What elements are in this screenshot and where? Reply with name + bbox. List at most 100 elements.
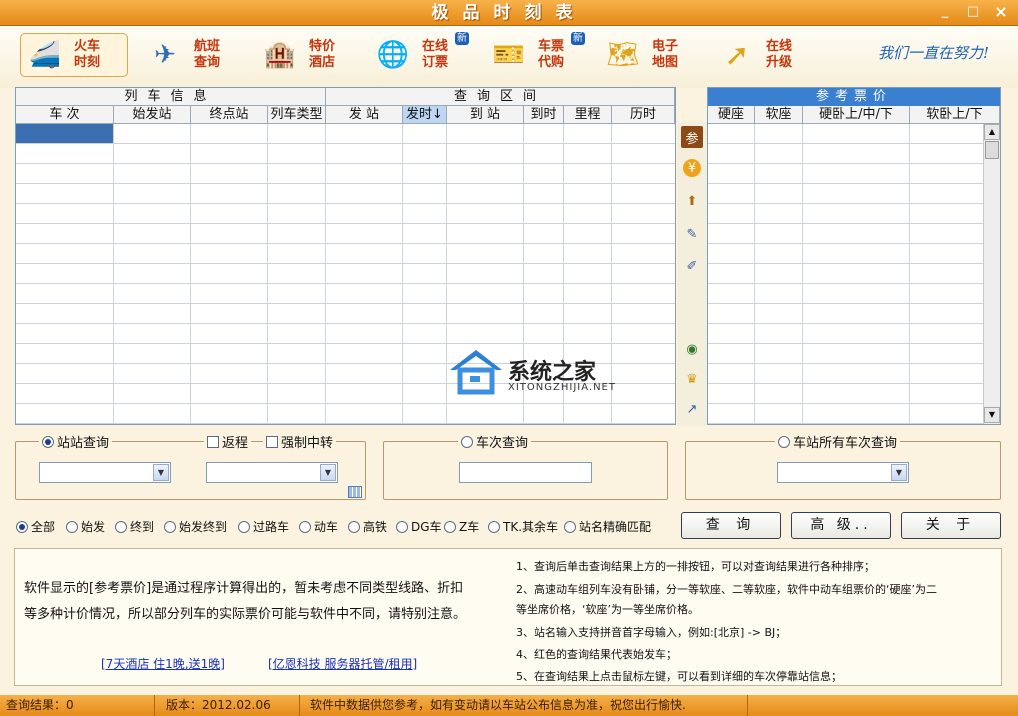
filter-label: 高铁	[363, 520, 388, 534]
grid-line	[267, 124, 268, 424]
station-all-trains-radio[interactable]: 车站所有车次查询	[775, 432, 901, 451]
forced-transfer-checkbox[interactable]: 强制中转	[263, 432, 337, 451]
minimize-button[interactable]: _	[936, 4, 954, 20]
status-bar: 查询结果：0 版本：2012.02.06 软件中数据供您参考，如有变动请以车站公…	[0, 695, 1018, 716]
column-header-train-type[interactable]: 列车类型	[268, 106, 326, 124]
train-number-input[interactable]	[459, 462, 592, 483]
column-header-distance[interactable]: 里程	[564, 106, 612, 124]
chevron-down-icon[interactable]: ▼	[891, 464, 907, 481]
grid-line	[754, 124, 755, 424]
column-header-duration[interactable]: 历时	[612, 106, 675, 124]
toolbar-label: 特价酒店	[308, 39, 335, 70]
airplane-icon: ✈	[154, 40, 176, 70]
maximize-button[interactable]: □	[964, 4, 982, 20]
filter-z[interactable]: Z车	[444, 518, 479, 535]
radio-indicator	[115, 520, 127, 533]
column-header-hard-seat[interactable]: 硬座	[708, 106, 755, 124]
to-station-combo[interactable]: ▼	[206, 462, 338, 483]
result-count: 查询结果：0	[0, 695, 155, 716]
filter-tk-other[interactable]: TK.其余车	[488, 518, 558, 535]
filter-exact-match[interactable]: 站名精确匹配	[564, 518, 651, 535]
filter-label: Z车	[459, 520, 480, 534]
yuan-price-icon[interactable]: ¥	[683, 159, 701, 177]
toolbar-train-timetable[interactable]: 🚄 火车时刻	[20, 33, 128, 77]
chevron-down-icon[interactable]: ▼	[153, 464, 169, 481]
filter-label: 始发	[81, 520, 106, 534]
toolbar-label: 车票代购	[537, 39, 564, 70]
filter-label: TK.其余车	[503, 520, 559, 534]
column-header-arrive-time[interactable]: 到时	[524, 106, 564, 124]
column-header-arrive-station[interactable]: 到 站	[447, 106, 524, 124]
toolbar-hotel[interactable]: 🏨 特价酒店	[255, 33, 363, 77]
toolbar-label: 电子地图	[651, 39, 678, 70]
house-logo-icon	[450, 350, 502, 395]
toolbar-flight-query[interactable]: ✈ 航班查询	[140, 33, 248, 77]
scroll-down-arrow-icon[interactable]: ▼	[984, 407, 1000, 423]
grid-line	[113, 124, 114, 424]
filter-passing[interactable]: 过路车	[238, 518, 289, 535]
about-button[interactable]: 关 于	[901, 512, 1001, 539]
station-combo[interactable]: ▼	[777, 462, 909, 483]
toolbar-label: 在线升级	[765, 39, 792, 70]
group-header-train-info: 列车信息	[16, 88, 326, 106]
export-icon[interactable]: ⬆	[681, 190, 703, 212]
refresh-icon[interactable]: ◉	[681, 338, 703, 360]
close-button[interactable]: ×	[992, 4, 1010, 20]
scroll-up-arrow-icon[interactable]: ▲	[984, 124, 1000, 140]
from-station-combo[interactable]: ▼	[39, 462, 171, 483]
filter-terminating[interactable]: 终到	[115, 518, 154, 535]
toolbar-ticket-purchase[interactable]: 🎫 车票代购 新	[484, 32, 592, 77]
toolbar-upgrade[interactable]: ➚ 在线升级	[712, 33, 820, 77]
filter-label: 过路车	[253, 520, 290, 534]
filter-origin-and-terminus[interactable]: 始发终到	[164, 518, 227, 535]
train-query-radio[interactable]: 车次查询	[458, 432, 532, 451]
toolbar-map[interactable]: 🗺 电子地图	[598, 33, 706, 77]
sort-tool-strip: 参 ¥ ⬆ ✎ ✐ ◉ ♛ ↗	[677, 122, 707, 426]
filter-all[interactable]: 全部	[16, 518, 55, 535]
station-query-radio[interactable]: 站站查询	[39, 432, 113, 451]
toolbar-label: 火车时刻	[73, 39, 100, 70]
tip-line: 等坐席价格，‘软座’为一等坐席价格。	[516, 603, 699, 616]
column-header-depart-time[interactable]: 发时↓	[403, 106, 447, 124]
filter-originating[interactable]: 始发	[66, 518, 105, 535]
price-table-body[interactable]	[708, 124, 983, 424]
column-header-train-no[interactable]: 车 次	[16, 106, 114, 124]
slogan: 我们一直在努力!	[878, 44, 990, 62]
hotel-ad-link[interactable]: [7天酒店 住1晚,送1晚]	[101, 655, 225, 672]
column-header-soft-sleeper[interactable]: 软卧上/下	[910, 106, 1000, 124]
return-trip-checkbox[interactable]: 返程	[204, 432, 252, 451]
selected-cell[interactable]	[16, 124, 113, 143]
chevron-down-icon[interactable]: ▼	[320, 464, 336, 481]
filter-label: 站名精确匹配	[579, 520, 652, 534]
toolbar: 🚄 火车时刻 ✈ 航班查询 🏨 特价酒店 🌐 在线订票 新 🎫 车票代购 新 🗺…	[0, 26, 1018, 88]
scroll-thumb[interactable]	[985, 141, 999, 159]
checkbox-box	[207, 435, 219, 448]
toolbar-online-booking[interactable]: 🌐 在线订票 新	[368, 32, 476, 77]
station-all-trains-label: 车站所有车次查询	[793, 436, 898, 451]
hosting-ad-link[interactable]: [亿恩科技 服务器托管/租用]	[268, 655, 417, 672]
crown-icon[interactable]: ♛	[681, 368, 703, 390]
disclaimer-text: 软件显示的[参考票价]是通过程序计算得出的，暂未考虑不同类型线路、折扣 等多种计…	[24, 576, 514, 628]
tip-line: 3、站名输入支持拼音首字母输入，例如:[北京] -> BJ；	[516, 626, 787, 639]
advanced-button[interactable]: 高 级..	[791, 512, 891, 539]
calendar-icon[interactable]	[348, 486, 362, 498]
edit-icon[interactable]: ✎	[681, 223, 703, 245]
vertical-scrollbar[interactable]: ▲ ▼	[983, 124, 1000, 424]
radio-indicator	[461, 435, 473, 448]
column-header-soft-seat[interactable]: 软座	[755, 106, 803, 124]
price-table[interactable]: 参考票价 硬座 软座 硬卧上/中/下 软卧上/下 ▲ ▼	[707, 87, 1001, 425]
column-header-hard-sleeper[interactable]: 硬卧上/中/下	[803, 106, 910, 124]
notes-icon[interactable]: ✐	[681, 255, 703, 277]
results-table[interactable]: 列车信息 查询区间 车 次 始发站 终点站 列车类型 发 站 发时↓ 到 站 到…	[15, 87, 676, 425]
filter-high-speed[interactable]: 高铁	[348, 518, 387, 535]
column-header-origin[interactable]: 始发站	[114, 106, 191, 124]
reference-price-icon[interactable]: 参	[681, 126, 703, 148]
grid-line	[802, 124, 803, 424]
column-header-depart-station[interactable]: 发 站	[326, 106, 403, 124]
open-external-icon[interactable]: ↗	[681, 398, 703, 420]
filter-dg[interactable]: DG车	[396, 518, 442, 535]
query-button[interactable]: 查 询	[681, 512, 781, 539]
filter-emu[interactable]: 动车	[299, 518, 338, 535]
column-header-terminus[interactable]: 终点站	[191, 106, 268, 124]
radio-indicator	[42, 435, 54, 448]
